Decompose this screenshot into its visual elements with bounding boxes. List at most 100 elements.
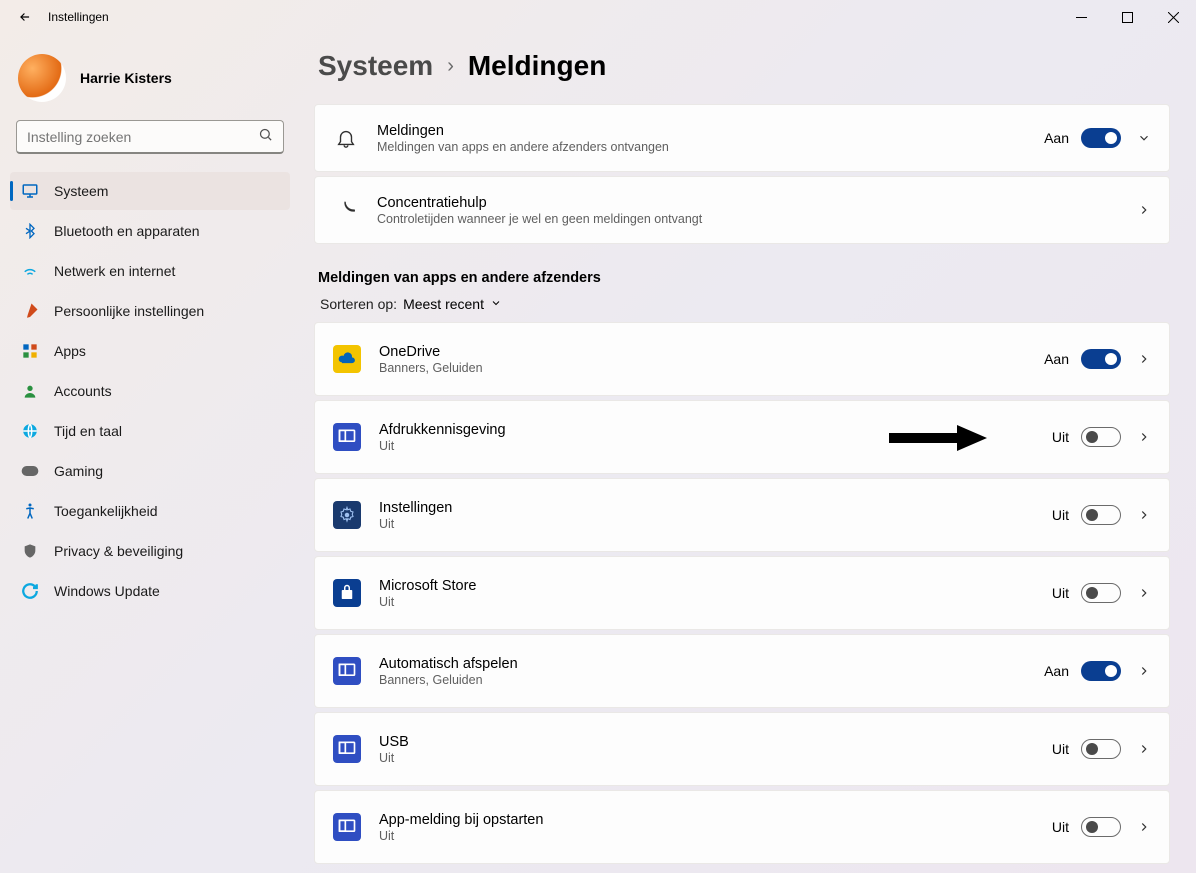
app-title: Microsoft Store <box>379 578 1052 594</box>
app-title: Automatisch afspelen <box>379 656 1044 672</box>
profile-block[interactable]: Harrie Kisters <box>10 44 290 120</box>
app-icon <box>333 501 361 529</box>
nav-label: Gaming <box>54 463 103 479</box>
app-icon <box>333 813 361 841</box>
breadcrumb-current: Meldingen <box>468 50 606 82</box>
avatar <box>18 54 66 102</box>
titlebar: Instellingen <box>0 0 1196 34</box>
chevron-right-icon <box>1137 664 1151 678</box>
app-row-instellingen[interactable]: InstellingenUitUit <box>314 478 1170 552</box>
nav-label: Bluetooth en apparaten <box>54 223 200 239</box>
shield-icon <box>20 541 40 561</box>
chevron-down-icon <box>1137 131 1151 145</box>
sidebar-item-privacy-beveiliging[interactable]: Privacy & beveiliging <box>10 532 290 570</box>
nav-label: Apps <box>54 343 86 359</box>
app-icon <box>333 423 361 451</box>
toggle[interactable] <box>1081 349 1121 369</box>
app-subtitle: Uit <box>379 829 1052 843</box>
gamepad-icon <box>20 461 40 481</box>
toggle[interactable] <box>1081 505 1121 525</box>
sidebar: Harrie Kisters Systeem Bluetooth en appar… <box>0 34 300 873</box>
toggle[interactable] <box>1081 661 1121 681</box>
card-subtitle: Controletijden wanneer je wel en geen me… <box>377 212 1133 226</box>
app-icon <box>333 345 361 373</box>
sidebar-item-bluetooth-en-apparaten[interactable]: Bluetooth en apparaten <box>10 212 290 250</box>
chevron-right-icon <box>1137 430 1151 444</box>
toggle[interactable] <box>1081 583 1121 603</box>
app-subtitle: Uit <box>379 439 1052 453</box>
card-subtitle: Meldingen van apps en andere afzenders o… <box>377 140 1044 154</box>
app-title: Afdrukkennisgeving <box>379 422 1052 438</box>
display-icon <box>20 181 40 201</box>
state-label: Uit <box>1052 585 1069 601</box>
state-label: Aan <box>1044 663 1069 679</box>
window-title: Instellingen <box>48 10 109 24</box>
toggle[interactable] <box>1081 128 1121 148</box>
nav-label: Toegankelijkheid <box>54 503 158 519</box>
sidebar-item-systeem[interactable]: Systeem <box>10 172 290 210</box>
sidebar-item-netwerk-en-internet[interactable]: Netwerk en internet <box>10 252 290 290</box>
app-subtitle: Uit <box>379 751 1052 765</box>
chevron-right-icon <box>1137 586 1151 600</box>
sort-dropdown[interactable]: Sorteren op: Meest recent <box>320 296 1170 312</box>
chevron-right-icon: › <box>447 55 454 78</box>
search-input[interactable] <box>27 129 258 145</box>
app-row-app-melding-bij-opstarten[interactable]: App-melding bij opstartenUitUit <box>314 790 1170 864</box>
app-row-onedrive[interactable]: OneDriveBanners, GeluidenAan <box>314 322 1170 396</box>
toggle[interactable] <box>1081 739 1121 759</box>
main-content: Systeem › Meldingen MeldingenMeldingen v… <box>300 34 1196 873</box>
state-label: Uit <box>1052 429 1069 445</box>
sidebar-item-gaming[interactable]: Gaming <box>10 452 290 490</box>
state-label: Aan <box>1044 351 1069 367</box>
brush-icon <box>20 301 40 321</box>
back-button[interactable] <box>16 8 34 26</box>
maximize-button[interactable] <box>1104 0 1150 34</box>
sidebar-item-persoonlijke-instellingen[interactable]: Persoonlijke instellingen <box>10 292 290 330</box>
sidebar-item-accounts[interactable]: Accounts <box>10 372 290 410</box>
app-subtitle: Uit <box>379 517 1052 531</box>
nav-label: Tijd en taal <box>54 423 122 439</box>
app-title: OneDrive <box>379 344 1044 360</box>
app-icon <box>333 579 361 607</box>
wifi-icon <box>20 261 40 281</box>
bell-icon <box>333 125 359 151</box>
app-icon <box>333 657 361 685</box>
breadcrumb: Systeem › Meldingen <box>314 50 1170 82</box>
toggle[interactable] <box>1081 817 1121 837</box>
nav-label: Persoonlijke instellingen <box>54 303 204 319</box>
sidebar-item-toegankelijkheid[interactable]: Toegankelijkheid <box>10 492 290 530</box>
sort-value: Meest recent <box>403 296 484 312</box>
sidebar-item-tijd-en-taal[interactable]: Tijd en taal <box>10 412 290 450</box>
breadcrumb-parent[interactable]: Systeem <box>318 50 433 82</box>
state-label: Uit <box>1052 819 1069 835</box>
app-subtitle: Banners, Geluiden <box>379 361 1044 375</box>
chevron-right-icon <box>1137 820 1151 834</box>
globe-icon <box>20 421 40 441</box>
sidebar-item-apps[interactable]: Apps <box>10 332 290 370</box>
app-row-usb[interactable]: USBUitUit <box>314 712 1170 786</box>
search-input-container[interactable] <box>16 120 284 154</box>
sidebar-item-windows-update[interactable]: Windows Update <box>10 572 290 610</box>
app-row-afdrukkennisgeving[interactable]: AfdrukkennisgevingUitUit <box>314 400 1170 474</box>
nav-list: Systeem Bluetooth en apparaten Netwerk en … <box>10 172 290 610</box>
app-row-automatisch-afspelen[interactable]: Automatisch afspelenBanners, GeluidenAan <box>314 634 1170 708</box>
app-row-microsoft-store[interactable]: Microsoft StoreUitUit <box>314 556 1170 630</box>
setting-card-meldingen[interactable]: MeldingenMeldingen van apps en andere af… <box>314 104 1170 172</box>
chevron-right-icon <box>1137 508 1151 522</box>
card-title: Meldingen <box>377 123 1044 139</box>
state-label: Aan <box>1044 130 1069 146</box>
close-button[interactable] <box>1150 0 1196 34</box>
nav-label: Windows Update <box>54 583 160 599</box>
sort-label: Sorteren op: <box>320 296 397 312</box>
chevron-right-icon <box>1137 352 1151 366</box>
state-label: Uit <box>1052 741 1069 757</box>
state-label: Uit <box>1052 507 1069 523</box>
nav-label: Accounts <box>54 383 112 399</box>
nav-label: Systeem <box>54 183 108 199</box>
minimize-button[interactable] <box>1058 0 1104 34</box>
app-title: Instellingen <box>379 500 1052 516</box>
bluetooth-icon <box>20 221 40 241</box>
toggle[interactable] <box>1081 427 1121 447</box>
app-title: App-melding bij opstarten <box>379 812 1052 828</box>
setting-card-concentratiehulp[interactable]: ConcentratiehulpControletijden wanneer j… <box>314 176 1170 244</box>
